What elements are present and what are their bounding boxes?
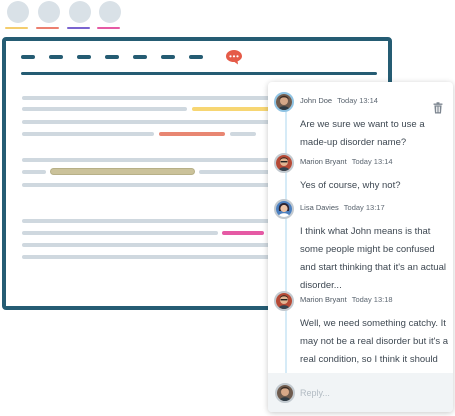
toolbar-dash bbox=[49, 55, 63, 59]
user-portrait-icon bbox=[276, 201, 292, 217]
text-line bbox=[22, 231, 218, 235]
text-line bbox=[22, 96, 272, 100]
collaborator-underline bbox=[97, 27, 120, 29]
toolbar-dash bbox=[133, 55, 147, 59]
text-line bbox=[22, 243, 272, 247]
avatar[interactable] bbox=[274, 199, 294, 219]
comment-time: Today 13:18 bbox=[351, 295, 393, 304]
highlight-selected[interactable] bbox=[50, 168, 195, 175]
header-divider bbox=[21, 72, 377, 75]
reply-input[interactable] bbox=[298, 382, 447, 404]
text-line bbox=[22, 120, 272, 124]
toolbar-dash bbox=[189, 55, 203, 59]
collaborator-avatar[interactable] bbox=[38, 1, 60, 23]
user-portrait-icon bbox=[276, 155, 292, 171]
comment-time: Today 13:17 bbox=[343, 203, 385, 212]
toolbar-dash bbox=[161, 55, 175, 59]
collaborator-avatar[interactable] bbox=[99, 1, 121, 23]
comment-time: Today 13:14 bbox=[351, 157, 393, 166]
avatar bbox=[275, 383, 295, 403]
text-line bbox=[22, 132, 154, 136]
comment-author: Lisa Davies bbox=[300, 203, 339, 212]
comment-time: Today 13:14 bbox=[337, 96, 378, 105]
text-line bbox=[22, 219, 272, 223]
reply-bar bbox=[268, 373, 453, 412]
text-line bbox=[22, 183, 272, 187]
highlight-pink[interactable] bbox=[222, 231, 264, 235]
text-line bbox=[22, 107, 187, 111]
comment-thread-panel: John Doe Today 13:14 Are we sure we want … bbox=[268, 82, 453, 412]
comment-author: Marion Bryant bbox=[300, 295, 347, 304]
highlight-yellow[interactable] bbox=[192, 107, 272, 111]
avatar[interactable] bbox=[274, 92, 294, 112]
comment-author: John Doe bbox=[300, 96, 333, 105]
collaborator-underline bbox=[5, 27, 28, 29]
comment-author: Marion Bryant bbox=[300, 157, 347, 166]
user-portrait-icon bbox=[277, 385, 293, 401]
comment-text: Are we sure we want to use a made-up dis… bbox=[300, 119, 425, 148]
collaborator-avatar[interactable] bbox=[7, 1, 29, 23]
text-line bbox=[22, 170, 46, 174]
text-line bbox=[199, 170, 272, 174]
avatar[interactable] bbox=[274, 291, 294, 311]
collaborator-underline bbox=[36, 27, 59, 29]
toolbar-dash bbox=[77, 55, 91, 59]
toolbar-dash bbox=[105, 55, 119, 59]
collaborator-underline bbox=[67, 27, 90, 29]
avatar[interactable] bbox=[274, 153, 294, 173]
comment-text: I think what John means is that some peo… bbox=[300, 226, 446, 291]
user-portrait-icon bbox=[276, 293, 292, 309]
comment-text: Yes of course, why not? bbox=[300, 180, 401, 191]
thread-timeline bbox=[285, 104, 287, 388]
text-line bbox=[22, 255, 272, 259]
collaborator-avatar[interactable] bbox=[69, 1, 91, 23]
trash-icon[interactable] bbox=[433, 102, 443, 114]
highlight-orange[interactable] bbox=[159, 132, 225, 136]
text-line bbox=[22, 158, 272, 162]
toolbar-dash bbox=[21, 55, 35, 59]
chat-bubble-icon[interactable] bbox=[225, 49, 243, 65]
user-portrait-icon bbox=[276, 94, 292, 110]
text-line bbox=[230, 132, 256, 136]
